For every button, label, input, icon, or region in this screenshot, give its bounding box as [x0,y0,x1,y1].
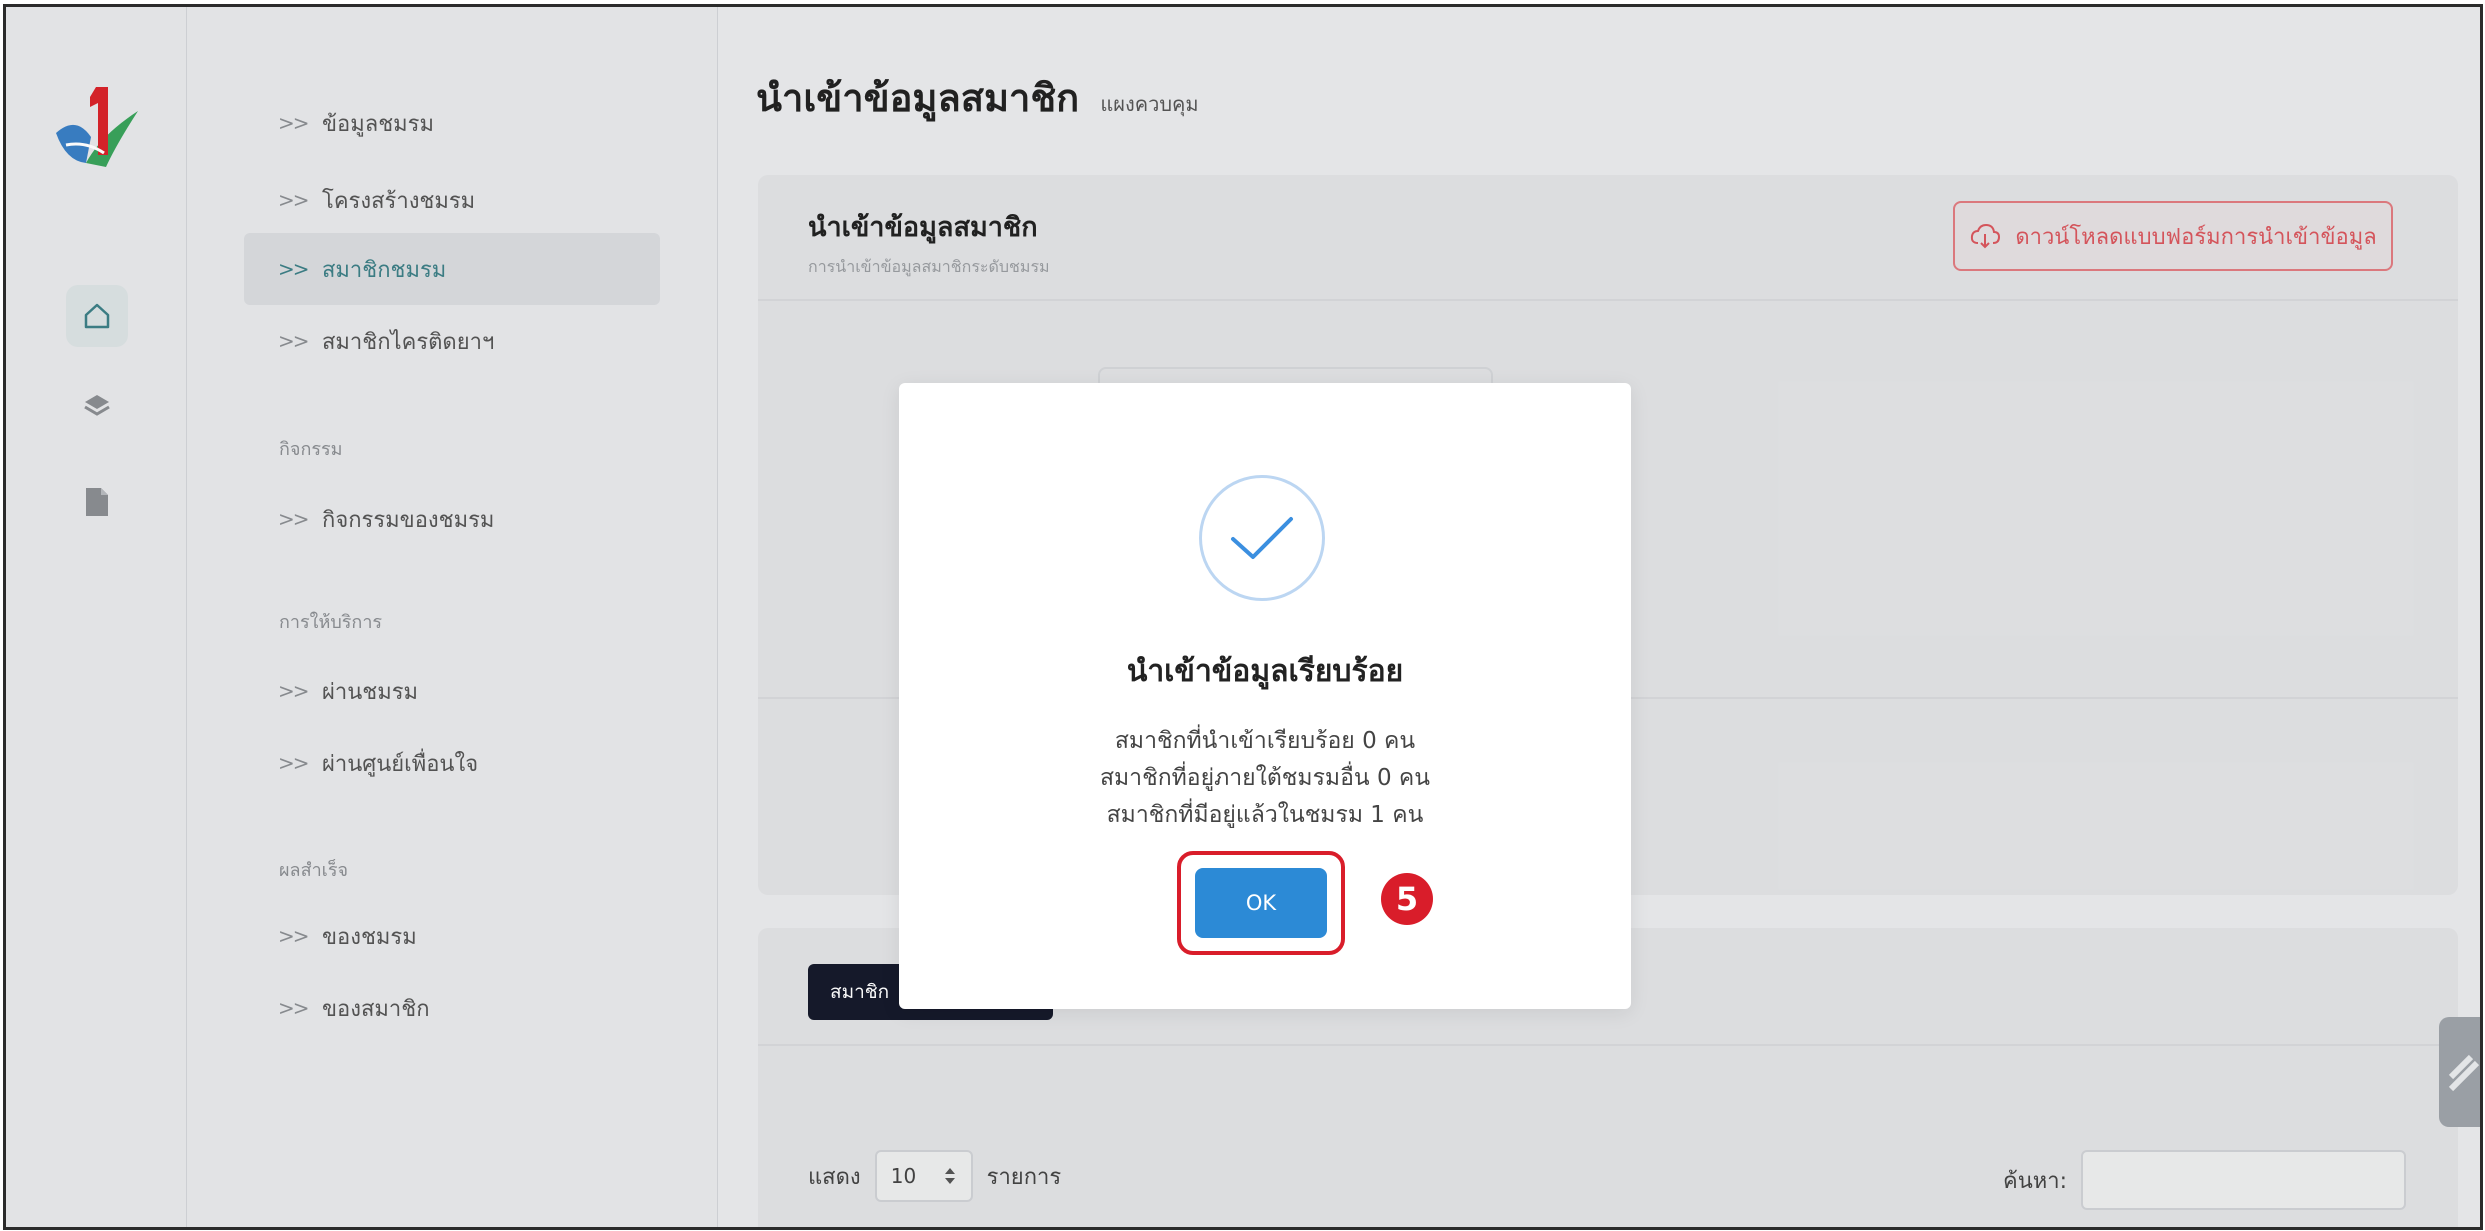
summary-existing: สมาชิกที่มีอยู่แล้วในชมรม 1 คน [1106,802,1424,828]
summary-imported: สมาชิกที่นำเข้าเรียบร้อย 0 คน [1114,728,1416,754]
step-number-badge: 5 [1381,873,1433,925]
summary-other-club: สมาชิกที่อยู่ภายใต้ชมรมอื่น 0 คน [1099,765,1430,791]
app-window: >> ข้อมูลชมรม >> โครงสร้างชมรม >> สมาชิก… [3,4,2483,1230]
import-summary: สมาชิกที่นำเข้าเรียบร้อย 0 คน สมาชิกที่อ… [899,723,1631,834]
modal-title: นำเข้าข้อมูลเรียบร้อย [1126,654,1404,689]
success-check-icon [1199,475,1325,601]
ok-button-highlight: OK [1177,851,1345,955]
success-modal: นำเข้าข้อมูลเรียบร้อย สมาชิกที่นำเข้าเรี… [899,383,1631,1009]
ok-button[interactable]: OK [1195,868,1327,938]
